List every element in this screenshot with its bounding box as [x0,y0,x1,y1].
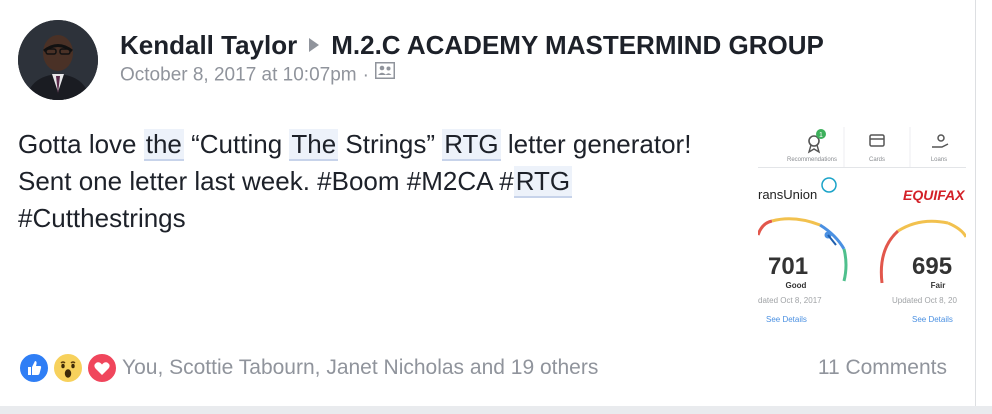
group-name[interactable]: M.2.C ACADEMY MASTERMIND GROUP [331,30,824,60]
bureau-name-equifax: EQUIFAX [903,187,966,203]
post-meta: October 8, 2017 at 10:07pm · [120,62,395,87]
tab-cards[interactable]: Cards [869,157,885,163]
post-text-segment: Gotta love [18,129,144,159]
tab-recommendations[interactable]: Recommendations [787,157,837,163]
meta-separator: · [362,64,369,86]
feed-divider [0,406,992,414]
bureau-name-transunion: ransUnion [758,187,817,202]
svg-text:1: 1 [819,132,823,139]
recommendations-badge: 1 [816,129,826,139]
post-message: Gotta love the “Cutting The Strings” RTG… [18,126,718,237]
highlighted-word[interactable]: The [289,129,339,161]
highlighted-word[interactable]: RTG [513,166,573,198]
author-name[interactable]: Kendall Taylor [120,30,297,60]
author-avatar[interactable] [18,20,98,100]
post-text-segment: “Cutting [183,129,290,159]
post-text-segment: # [499,166,514,196]
shared-to-arrow-icon [309,38,320,53]
wow-icon[interactable] [52,352,84,384]
see-details-transunion[interactable]: See Details [766,315,807,324]
see-details-equifax[interactable]: See Details [912,315,953,324]
love-icon[interactable] [86,352,118,384]
rating-equifax: Fair [931,281,946,290]
post-text-segment: Strings” [338,129,443,159]
transunion-logo-icon [821,177,837,193]
post-header: Kendall Taylor M.2.C ACADEMY MASTERMIND G… [120,30,824,61]
comments-count[interactable]: 11 Comments [818,356,947,380]
feed-post: Kendall Taylor M.2.C ACADEMY MASTERMIND G… [0,0,976,406]
attachment-image[interactable]: 1 Recommendations Cards Loans ransUnion … [758,125,966,331]
tab-loans[interactable]: Loans [931,157,947,163]
score-transunion: 701 [768,253,808,280]
reaction-summary[interactable]: You, Scottie Tabourn, Janet Nicholas and… [122,356,598,380]
highlighted-word[interactable]: RTG [442,129,501,161]
like-icon[interactable] [18,352,50,384]
score-equifax: 695 [912,253,952,280]
rating-transunion: Good [786,281,807,290]
updated-transunion: dated Oct 8, 2017 [758,296,822,305]
members-icon[interactable] [374,62,395,85]
updated-equifax: Updated Oct 8, 20 [892,296,957,305]
post-text-segment: #Cutthestrings [18,203,186,233]
highlighted-word[interactable]: the [143,129,184,161]
post-timestamp[interactable]: October 8, 2017 at 10:07pm [120,65,357,86]
